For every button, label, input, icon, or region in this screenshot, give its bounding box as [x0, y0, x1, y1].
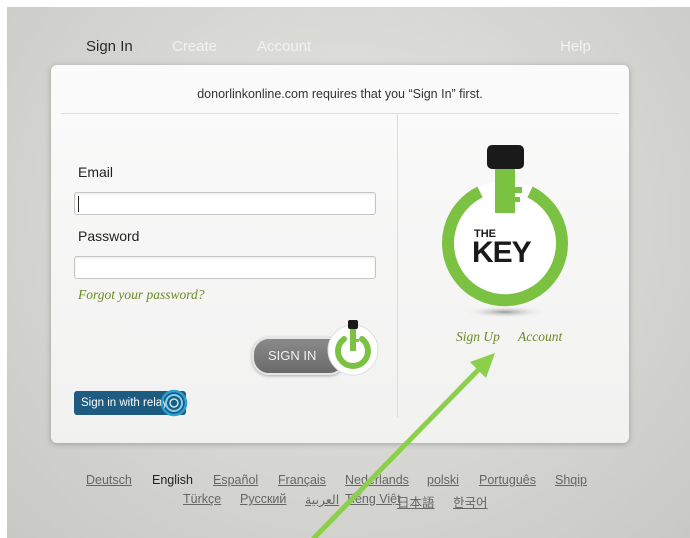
screenshot-stage: Sign In Create Account Help donorlinkonl…: [7, 7, 690, 538]
annotation-arrow-icon: [311, 353, 495, 538]
